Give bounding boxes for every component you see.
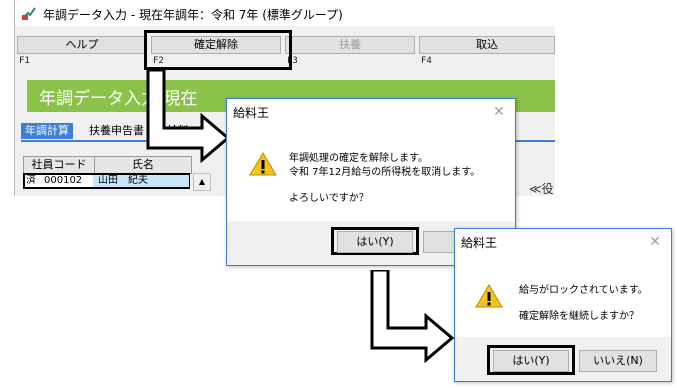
f1-label: F1: [19, 56, 30, 66]
dialog1-line-2: 令和 7年12月給与の所得税を取消します。: [289, 167, 481, 178]
dialog1-title: 給料王: [233, 106, 270, 120]
dialog2-close-icon[interactable]: ✕: [645, 232, 665, 252]
warning-icon: [249, 152, 277, 176]
tab-year-end-calc[interactable]: 年調計算: [21, 123, 73, 139]
warning-icon: [475, 284, 503, 308]
confirm-dialog-2: 給料王 ✕ 給与がロックされています。 確定解除を継続しますか？ はい(Y) い…: [454, 228, 672, 382]
dialog1-line-1: 年調処理の確定を解除します。: [289, 153, 428, 164]
dialog1-yes-button[interactable]: はい(Y): [337, 231, 413, 253]
dialog2-line-2: 確定解除を継続しますか？: [519, 311, 639, 322]
dependents-button[interactable]: 扶養: [285, 36, 415, 54]
step-arrow-icon-2: [370, 270, 455, 364]
window-title: 年調データ入力 - 現在年調年：令和 7年 (標準グループ): [43, 8, 343, 22]
dialog2-no-button[interactable]: いいえ(N): [579, 350, 657, 372]
dialog1-line-3: よろしいですか？: [289, 193, 369, 204]
col-header-code: 社員コード: [23, 156, 95, 174]
f2-highlight-box: [144, 30, 292, 70]
dialog2-line-1: 給与がロックされています。: [519, 285, 648, 296]
f4-label: F4: [421, 56, 432, 66]
dialog2-yes-button[interactable]: はい(Y): [493, 350, 569, 372]
import-button[interactable]: 取込: [419, 36, 555, 54]
step-arrow-icon: [146, 70, 231, 164]
row-code: 000102: [44, 175, 83, 186]
dialog1-close-icon[interactable]: ✕: [489, 102, 509, 122]
row-status: 済: [26, 175, 36, 186]
side-label: ≪役: [529, 182, 554, 196]
tab-dependents-form[interactable]: 扶養申告書: [85, 123, 148, 139]
dialog2-title: 給料王: [461, 236, 498, 250]
title-bar: 年調データ入力 - 現在年調年：令和 7年 (標準グループ): [15, 0, 555, 26]
app-icon: [22, 7, 36, 20]
help-button[interactable]: ヘルプ: [17, 36, 147, 54]
